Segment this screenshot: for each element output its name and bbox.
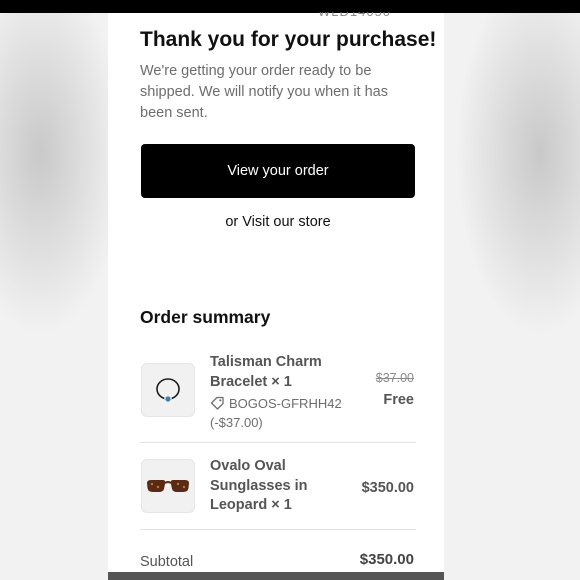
item-name-bracelet: Talisman Charm Bracelet × 1 (210, 354, 322, 390)
subtotal-value: $350.00 (359, 551, 414, 568)
price-sunglasses: $350.00 (361, 480, 414, 496)
visit-store-link[interactable]: or Visit our store (140, 214, 416, 230)
confirmation-message: We're getting your order ready to be shi… (140, 63, 388, 121)
sunglasses-icon (147, 480, 189, 492)
discount-code-text: BOGOS-GFRHH42 (-$37.00) (210, 396, 342, 430)
top-band (0, 0, 580, 13)
bracelet-icon (156, 378, 180, 402)
item-divider (140, 442, 416, 443)
view-order-button[interactable]: View your order (141, 144, 415, 198)
tag-icon (210, 396, 224, 410)
original-price-bracelet: $37.00 (375, 371, 414, 385)
item-name-sunglasses: Ovalo Oval Sunglasses in Leopard × 1 (210, 458, 308, 513)
sunglasses-image (141, 459, 195, 513)
bracelet-image (141, 363, 195, 417)
page-title: Thank you for your purchase! (140, 28, 437, 51)
price-bracelet: Free (383, 392, 414, 408)
bottom-bar (108, 572, 444, 580)
subtotal-label: Subtotal (140, 554, 194, 570)
discount-code: BOGOS-GFRHH42 (-$37.00) (210, 394, 360, 432)
item-divider (140, 529, 416, 530)
order-summary-heading: Order summary (140, 307, 271, 327)
